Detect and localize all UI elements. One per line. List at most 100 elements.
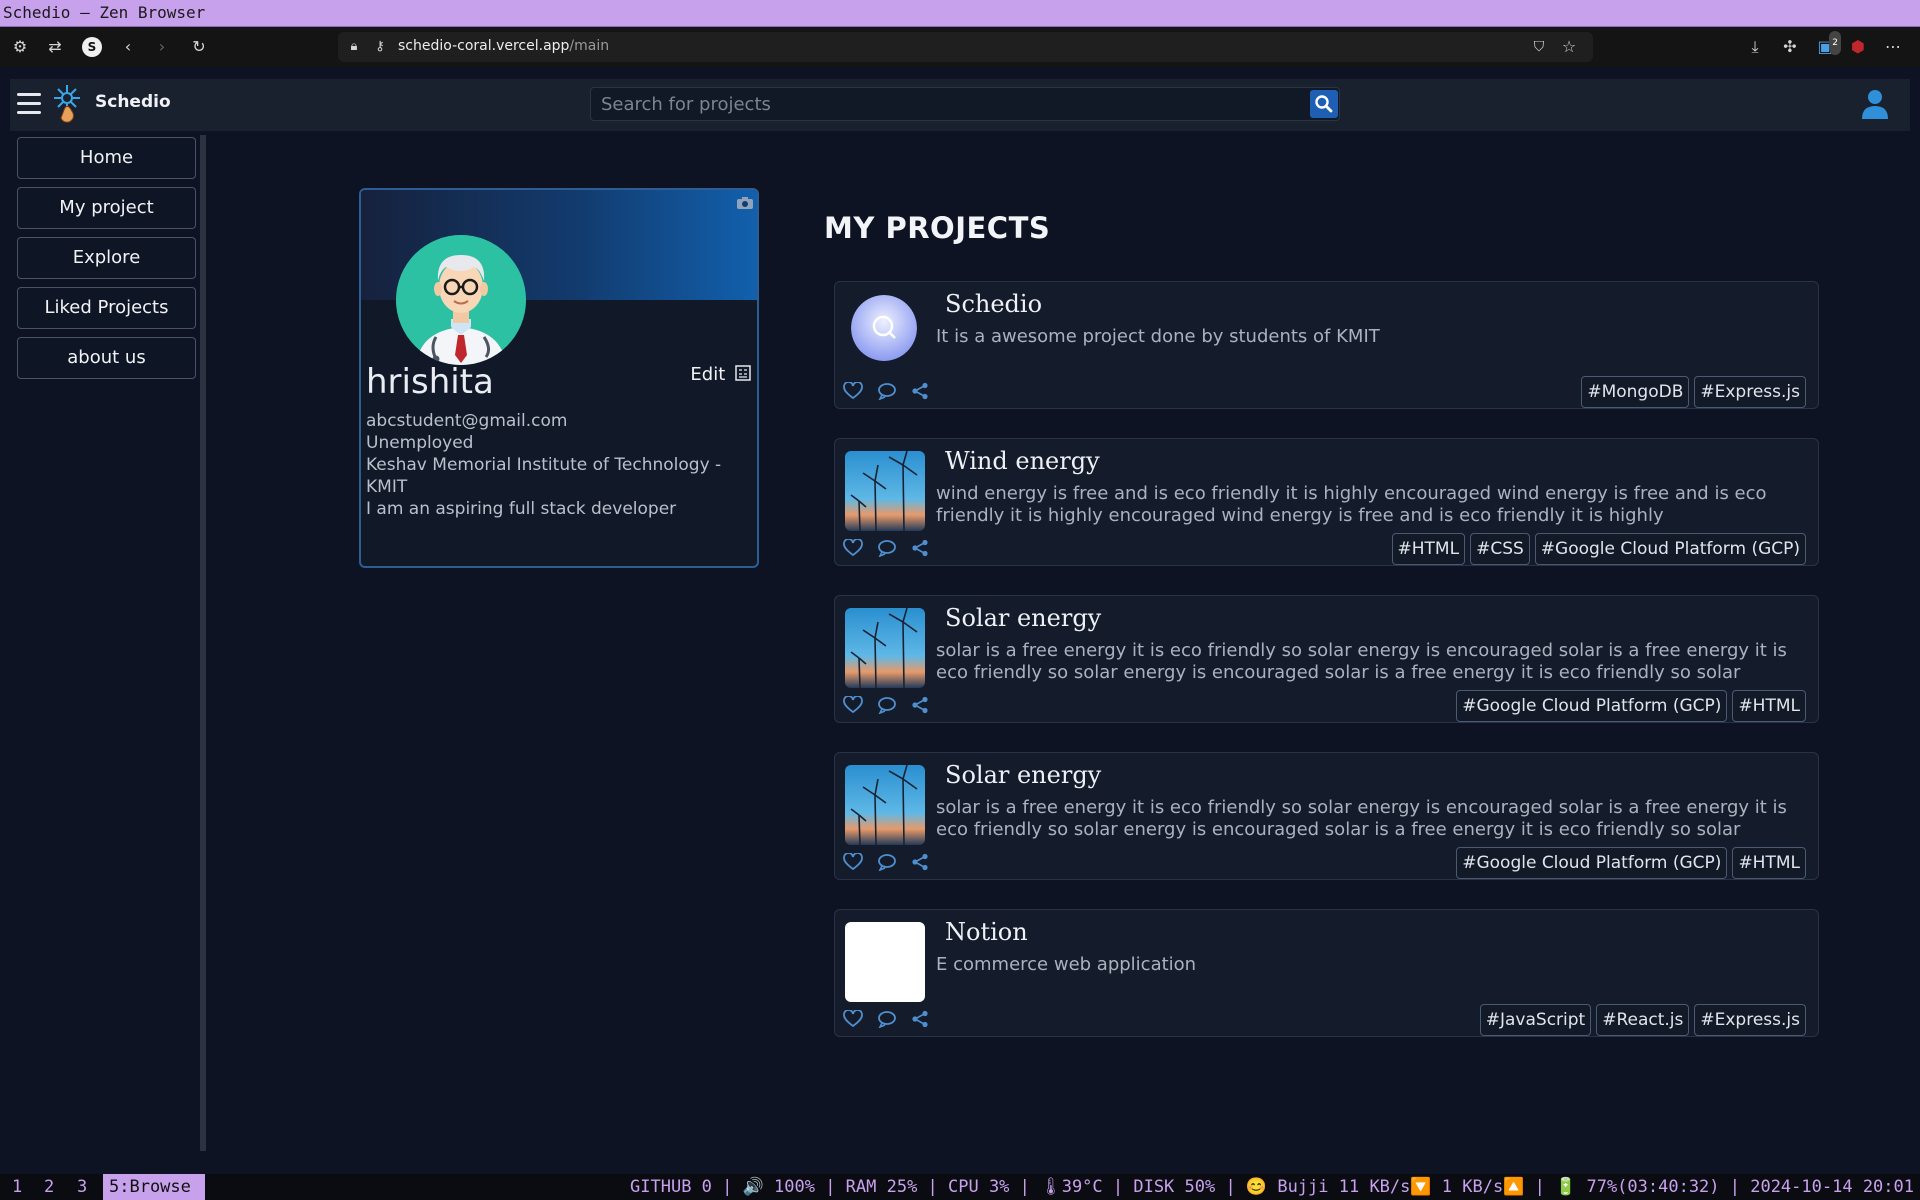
bookmark-star-icon[interactable]: ☆: [1557, 35, 1581, 59]
search-input[interactable]: [591, 88, 1301, 120]
like-heart-icon[interactable]: [843, 539, 863, 557]
search-button[interactable]: [1310, 90, 1338, 118]
tag-badge[interactable]: #CSS: [1470, 533, 1530, 565]
app-header: Schedio: [10, 79, 1910, 131]
edit-icon: [735, 365, 751, 381]
shield-icon[interactable]: ⛉: [1527, 35, 1551, 59]
project-description: It is a awesome project done by students…: [936, 326, 1380, 347]
project-card[interactable]: Schedio It is a awesome project done by s…: [834, 281, 1819, 409]
project-card[interactable]: Solar energy solar is a free energy it is…: [834, 595, 1819, 723]
sidebar-item-home[interactable]: Home: [17, 137, 196, 179]
camera-icon[interactable]: [737, 194, 753, 209]
site-favicon-icon[interactable]: S: [82, 37, 102, 57]
project-title[interactable]: Solar energy: [945, 761, 1101, 789]
schedio-logo-icon[interactable]: [50, 82, 86, 124]
tag-badge[interactable]: #Express.js: [1694, 376, 1806, 408]
project-title[interactable]: Schedio: [945, 290, 1042, 318]
comment-icon[interactable]: [877, 696, 897, 714]
project-description: solar is a free energy it is eco friendl…: [936, 640, 1787, 683]
share-icon[interactable]: [911, 853, 929, 871]
project-tags: #JavaScript #React.js #Express.js: [1479, 1004, 1806, 1036]
tag-badge[interactable]: #Express.js: [1694, 1004, 1806, 1036]
user-profile-icon[interactable]: [1860, 88, 1890, 120]
like-heart-icon[interactable]: [843, 382, 863, 400]
lock-icon[interactable]: 🔒︎: [342, 35, 366, 59]
back-icon[interactable]: ‹: [116, 35, 140, 59]
comment-icon[interactable]: [877, 382, 897, 400]
sidebar-item-my-project[interactable]: My project: [17, 187, 196, 229]
profile-status: Unemployed: [366, 433, 474, 453]
extensions-icon[interactable]: ✣: [1778, 35, 1802, 59]
share-icon[interactable]: [911, 696, 929, 714]
sidebar-item-explore[interactable]: Explore: [17, 237, 196, 279]
profile-email: abcstudent@gmail.com: [366, 411, 568, 431]
tag-badge[interactable]: #React.js: [1596, 1004, 1690, 1036]
reload-icon[interactable]: ↻: [187, 35, 211, 59]
tag-badge[interactable]: #Google Cloud Platform (GCP): [1456, 690, 1728, 722]
browser-toolbar: ⚙ ⇄ S ‹ › ↻ 🔒︎ ⚷ schedio-coral.vercel.ap…: [0, 27, 1920, 67]
tag-badge[interactable]: #Google Cloud Platform (GCP): [1456, 847, 1728, 879]
comment-icon[interactable]: [877, 1010, 897, 1028]
sync-tabs-icon[interactable]: ⇄: [43, 35, 67, 59]
like-heart-icon[interactable]: [843, 1010, 863, 1028]
url-bar[interactable]: 🔒︎ ⚷ schedio-coral.vercel.app/main ⛉ ☆: [338, 32, 1593, 62]
downloads-icon[interactable]: ⤓: [1743, 35, 1767, 59]
brand-name[interactable]: Schedio: [95, 92, 171, 112]
project-title[interactable]: Wind energy: [945, 447, 1100, 475]
share-icon[interactable]: [911, 539, 929, 557]
like-heart-icon[interactable]: [843, 853, 863, 871]
project-card[interactable]: Solar energy solar is a free energy it is…: [834, 752, 1819, 880]
tag-badge[interactable]: #HTML: [1732, 847, 1806, 879]
workspace-2[interactable]: 2: [44, 1177, 54, 1197]
tag-badge[interactable]: #MongoDB: [1581, 376, 1690, 408]
project-title[interactable]: Notion: [945, 918, 1028, 946]
search-icon: [1315, 95, 1333, 113]
project-tags: #MongoDB #Express.js: [1581, 376, 1806, 408]
tag-badge[interactable]: #HTML: [1732, 690, 1806, 722]
workspace-1[interactable]: 1: [12, 1177, 22, 1197]
project-title[interactable]: Solar energy: [945, 604, 1101, 632]
system-info: GITHUB 0 | 🔊 100% | RAM 25% | CPU 3% | 🌡…: [630, 1177, 1914, 1197]
sidebar-item-liked-projects[interactable]: Liked Projects: [17, 287, 196, 329]
avatar[interactable]: [396, 235, 526, 365]
key-icon[interactable]: ⚷: [368, 35, 392, 59]
project-thumbnail-logo[interactable]: [851, 295, 917, 361]
section-title: MY PROJECTS: [824, 211, 1051, 245]
app-viewport: Schedio Home My project Explore Liked Pr…: [0, 67, 1920, 1161]
edit-label: Edit: [690, 364, 726, 385]
overflow-menu-icon[interactable]: ⋯: [1881, 35, 1905, 59]
forward-icon[interactable]: ›: [150, 35, 174, 59]
url-text[interactable]: schedio-coral.vercel.app/main: [398, 38, 609, 54]
project-thumbnail-wind-turbines[interactable]: [845, 765, 925, 845]
project-tags: #HTML #CSS #Google Cloud Platform (GCP): [1391, 533, 1806, 565]
edit-profile-button[interactable]: Edit: [690, 364, 751, 385]
profile-bio: I am an aspiring full stack developer: [366, 499, 677, 519]
workspace-active[interactable]: 5:Browse: [103, 1174, 205, 1200]
tag-badge[interactable]: #Google Cloud Platform (GCP): [1534, 533, 1806, 565]
sidebar-item-about-us[interactable]: about us: [17, 337, 196, 379]
profile-card: hrishita Edit abcstudent@gmail.com Unemp…: [359, 188, 759, 568]
project-description: E commerce web application: [936, 954, 1197, 975]
tag-badge[interactable]: #JavaScript: [1479, 1004, 1592, 1036]
hamburger-menu-icon[interactable]: [17, 93, 41, 115]
project-tags: #Google Cloud Platform (GCP) #HTML: [1456, 690, 1806, 722]
project-thumbnail-blank[interactable]: [845, 922, 925, 1002]
extension-badge-icon[interactable]: ▣ 2: [1813, 31, 1841, 59]
share-icon[interactable]: [911, 1010, 929, 1028]
ublock-icon[interactable]: ⬢: [1846, 35, 1870, 59]
project-tags: #Google Cloud Platform (GCP) #HTML: [1456, 847, 1806, 879]
tag-badge[interactable]: #HTML: [1391, 533, 1466, 565]
workspace-3[interactable]: 3: [77, 1177, 87, 1197]
project-thumbnail-wind-turbines[interactable]: [845, 608, 925, 688]
comment-icon[interactable]: [877, 539, 897, 557]
project-card[interactable]: Notion E commerce web application #JavaScr…: [834, 909, 1819, 1037]
project-thumbnail-wind-turbines[interactable]: [845, 451, 925, 531]
settings-icon[interactable]: ⚙: [8, 35, 32, 59]
like-heart-icon[interactable]: [843, 696, 863, 714]
project-card[interactable]: Wind energy wind energy is free and is ec…: [834, 438, 1819, 566]
comment-icon[interactable]: [877, 853, 897, 871]
share-icon[interactable]: [911, 382, 929, 400]
window-titlebar: Schedio — Zen Browser: [0, 0, 1920, 27]
window-title: Schedio — Zen Browser: [3, 3, 206, 22]
doctor-avatar-icon: [396, 235, 526, 365]
